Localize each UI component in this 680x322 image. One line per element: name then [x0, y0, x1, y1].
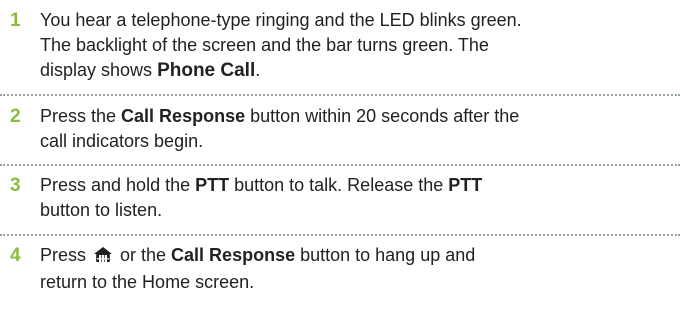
- button-name: Call Response: [121, 106, 246, 126]
- text-segment: button within 20 seconds after the: [245, 106, 520, 126]
- divider: [0, 164, 680, 166]
- text-segment: or the: [115, 245, 172, 265]
- step-text: Press the Call Response button within 20…: [40, 104, 670, 154]
- text-segment: button to hang up and: [295, 245, 476, 265]
- step-text-line: return to the Home screen.: [40, 272, 255, 292]
- button-name: PTT: [448, 175, 483, 195]
- step-text-line: display shows Phone Call.: [40, 58, 670, 83]
- step-text-line: Press or the Call Response button to han…: [40, 243, 670, 270]
- step-text: Press and hold the PTT button to talk. R…: [40, 173, 670, 223]
- step-text-line: You hear a telephone-type ringing and th…: [40, 10, 522, 30]
- step-text-line: Press and hold the PTT button to talk. R…: [40, 173, 670, 198]
- step-text: You hear a telephone-type ringing and th…: [40, 8, 670, 83]
- step-text-line: button to listen.: [40, 200, 163, 220]
- text-segment: Press: [40, 245, 92, 265]
- text-segment: Press the: [40, 106, 122, 126]
- step-text: Press or the Call Response button to han…: [40, 243, 670, 295]
- home-icon: [93, 245, 113, 270]
- button-name: PTT: [195, 175, 230, 195]
- text-segment: display shows: [40, 60, 158, 80]
- step-number: 1: [10, 10, 21, 31]
- text-segment: .: [255, 60, 261, 80]
- divider: [0, 234, 680, 236]
- text-segment: Press and hold the: [40, 175, 196, 195]
- step-text-line: call indicators begin.: [40, 131, 204, 151]
- divider: [0, 94, 680, 96]
- step-number: 4: [10, 245, 21, 266]
- step-text-line: Press the Call Response button within 20…: [40, 104, 670, 129]
- step-text-line: The backlight of the screen and the bar …: [40, 35, 489, 55]
- text-segment: button to talk. Release the: [229, 175, 449, 195]
- step-number: 2: [10, 106, 21, 127]
- display-label: Phone Call: [157, 60, 256, 81]
- button-name: Call Response: [171, 245, 296, 265]
- step-number: 3: [10, 175, 21, 196]
